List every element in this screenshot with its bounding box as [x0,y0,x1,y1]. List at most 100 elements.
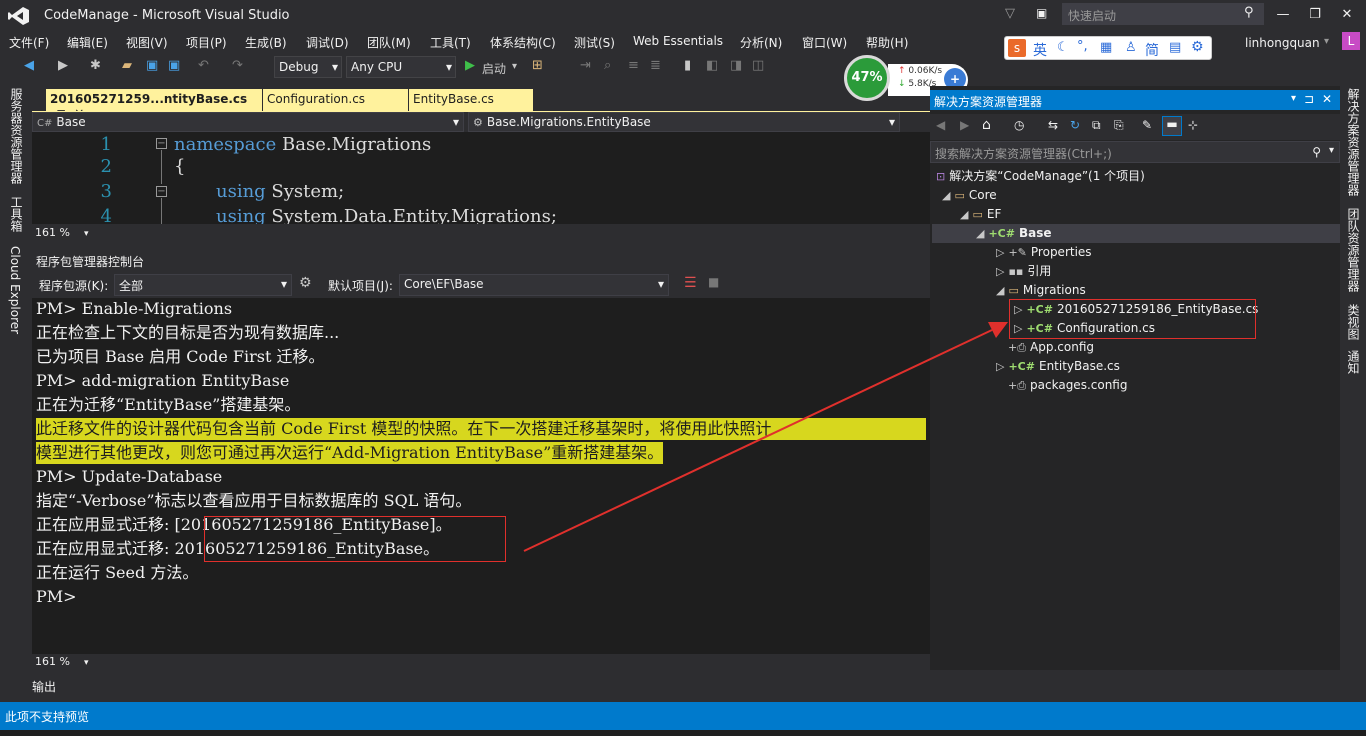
menu-team[interactable]: 团队(M) [367,34,411,51]
expanded-arrow-icon[interactable]: ◢ [996,281,1004,300]
bookmark-icon[interactable]: ▮ [684,58,691,73]
tree-node-solution[interactable]: ⊡ 解决方案“CodeManage”(1 个项目) [936,167,1145,186]
collapsed-arrow-icon[interactable]: ▷ [996,357,1004,376]
prev-bookmark-icon[interactable]: ◧ [706,58,718,73]
close-button[interactable]: ✕ [1330,0,1364,30]
expanded-arrow-icon[interactable]: ◢ [960,205,968,224]
toolbox-tab[interactable]: 工具箱 [8,196,25,232]
menu-help[interactable]: 帮助(H) [866,34,908,51]
history-icon[interactable]: ◷ [1014,118,1024,132]
collapse-all-icon[interactable]: ⧉ [1092,118,1101,133]
menu-web-essentials[interactable]: Web Essentials [633,34,723,48]
keyboard-icon[interactable]: ▦ [1100,40,1112,55]
menu-view[interactable]: 视图(V) [126,34,168,51]
punctuation-icon[interactable]: °, [1077,39,1088,54]
step-icon[interactable]: ⇥ [580,58,591,73]
collapse-icon[interactable]: − [156,186,167,197]
expanded-arrow-icon[interactable]: ◢ [942,186,950,205]
notifications-side-tab[interactable]: 通知 [1345,350,1362,374]
gear-icon[interactable]: ⚙ [1191,39,1204,55]
solution-explorer-side-tab[interactable]: 解决方案资源管理器 [1345,88,1362,196]
forward-icon[interactable]: ▶ [58,58,68,73]
clear-console-icon[interactable]: ☰ [684,275,697,291]
pin-icon[interactable]: ⊐ [1304,92,1314,106]
undo-icon[interactable]: ↶ [198,58,209,73]
ime-charset-toggle[interactable]: 简 [1145,40,1159,60]
menu-analyze[interactable]: 分析(N) [740,34,782,51]
open-file-icon[interactable]: ▰ [122,58,132,73]
tree-node-references[interactable]: ▷ ▪▪ 引用 [996,262,1051,281]
tree-node-migrations[interactable]: ◢ ▭ Migrations [996,281,1086,300]
back-icon[interactable]: ◀ [936,118,945,132]
save-all-icon[interactable]: ▣ [168,58,180,73]
start-icon[interactable]: ▶ [465,58,475,73]
type-navigation-select[interactable]: ⚙ Base.Migrations.EntityBase ▾ [468,112,900,132]
gear-icon[interactable]: ⚙ [299,275,312,291]
cloud-explorer-tab[interactable]: Cloud Explorer [8,246,22,334]
chevron-down-icon[interactable]: ▾ [1324,36,1329,47]
close-icon[interactable]: ✕ [1322,92,1332,106]
filter-icon[interactable]: ▽ [1005,6,1015,21]
comment-icon[interactable]: ≡ [628,58,639,73]
minimize-button[interactable]: — [1266,0,1300,30]
console-zoom-select[interactable]: 161 % ▾ [32,654,930,670]
collapsed-arrow-icon[interactable]: ▷ [996,262,1004,281]
tab-migration-file[interactable]: 201605271259...ntityBase.cs ⊐ × [46,89,262,120]
package-source-select[interactable]: 全部 ▾ [114,274,292,296]
moon-icon[interactable]: ☾ [1057,40,1069,55]
refresh-icon[interactable]: ↻ [1070,118,1080,132]
tree-node-properties[interactable]: ▷ +✎ Properties [996,243,1092,262]
quick-launch-input[interactable]: 快速启动 [1062,3,1264,25]
ime-lang-toggle[interactable]: 英 [1033,40,1047,60]
back-icon[interactable]: ◀ [24,58,34,73]
tab-entitybase[interactable]: EntityBase.cs [409,89,533,111]
stop-icon[interactable]: ■ [708,275,719,289]
team-explorer-side-tab[interactable]: 团队资源管理器 [1345,208,1362,292]
editor-zoom-select[interactable]: 161 % ▾ [32,224,930,242]
forward-icon[interactable]: ▶ [960,118,969,132]
code-editor[interactable]: 1 2 3 4 − − namespace Base.Migrations { … [32,132,930,224]
tab-configuration[interactable]: Configuration.cs [263,89,408,111]
menu-file[interactable]: 文件(F) [9,34,49,51]
tree-node-packages-config[interactable]: +⎙ packages.config [1008,376,1127,395]
menu-build[interactable]: 生成(B) [245,34,287,51]
find-icon[interactable]: ⌕ [604,58,611,73]
skin-icon[interactable]: ▤ [1169,40,1181,55]
ime-logo-icon[interactable]: s [1008,39,1026,57]
next-bookmark-icon[interactable]: ◨ [730,58,742,73]
server-explorer-tab[interactable]: 服务器资源管理器 [8,88,25,184]
tree-node-base[interactable]: ◢ +C# Base [932,224,1340,243]
class-view-side-tab[interactable]: 类视图 [1345,304,1362,340]
avatar[interactable]: L [1342,32,1360,50]
collapsed-arrow-icon[interactable]: ▷ [996,243,1004,262]
menu-window[interactable]: 窗口(W) [802,34,847,51]
clear-bookmark-icon[interactable]: ◫ [752,58,764,73]
preview-toggle-icon[interactable]: ▬ [1162,116,1182,136]
chevron-down-icon[interactable]: ▾ [1291,93,1296,104]
configuration-select[interactable]: Debug ▾ [274,56,342,78]
menu-tools[interactable]: 工具(T) [430,34,471,51]
tree-node-ef[interactable]: ◢ ▭ EF [960,205,1001,224]
class-diagram-icon[interactable]: ⊹ [1188,118,1198,132]
output-tab[interactable]: 输出 [32,678,56,695]
show-all-files-icon[interactable]: ⎘ [1114,118,1124,133]
user-name[interactable]: linhongquan [1245,36,1320,50]
tree-node-entitybase[interactable]: ▷ +C# EntityBase.cs [996,357,1120,376]
tree-node-core[interactable]: ◢ ▭ Core [942,186,997,205]
project-navigation-select[interactable]: C# Base ▾ [32,112,464,132]
user-icon[interactable]: ♙ [1125,40,1137,55]
menu-edit[interactable]: 编辑(E) [67,34,108,51]
menu-project[interactable]: 项目(P) [186,34,227,51]
console-output[interactable]: PM> Enable-Migrations 正在检查上下文的目标是否为现有数据库… [32,298,930,654]
save-icon[interactable]: ▣ [146,58,158,73]
properties-icon[interactable]: ✎ [1142,118,1152,132]
solution-search-input[interactable]: 搜索解决方案资源管理器(Ctrl+;) ⚲ ▾ [930,141,1340,163]
redo-icon[interactable]: ↷ [232,58,243,73]
menu-test[interactable]: 测试(S) [574,34,615,51]
default-project-select[interactable]: Core\EF\Base ▾ [399,274,669,296]
platform-select[interactable]: Any CPU ▾ [346,56,456,78]
maximize-button[interactable]: ❐ [1298,0,1332,30]
chevron-down-icon[interactable]: ▾ [512,61,517,72]
uncomment-icon[interactable]: ≣ [650,58,661,73]
tree-node-app-config[interactable]: +⎙ App.config [1008,338,1094,357]
